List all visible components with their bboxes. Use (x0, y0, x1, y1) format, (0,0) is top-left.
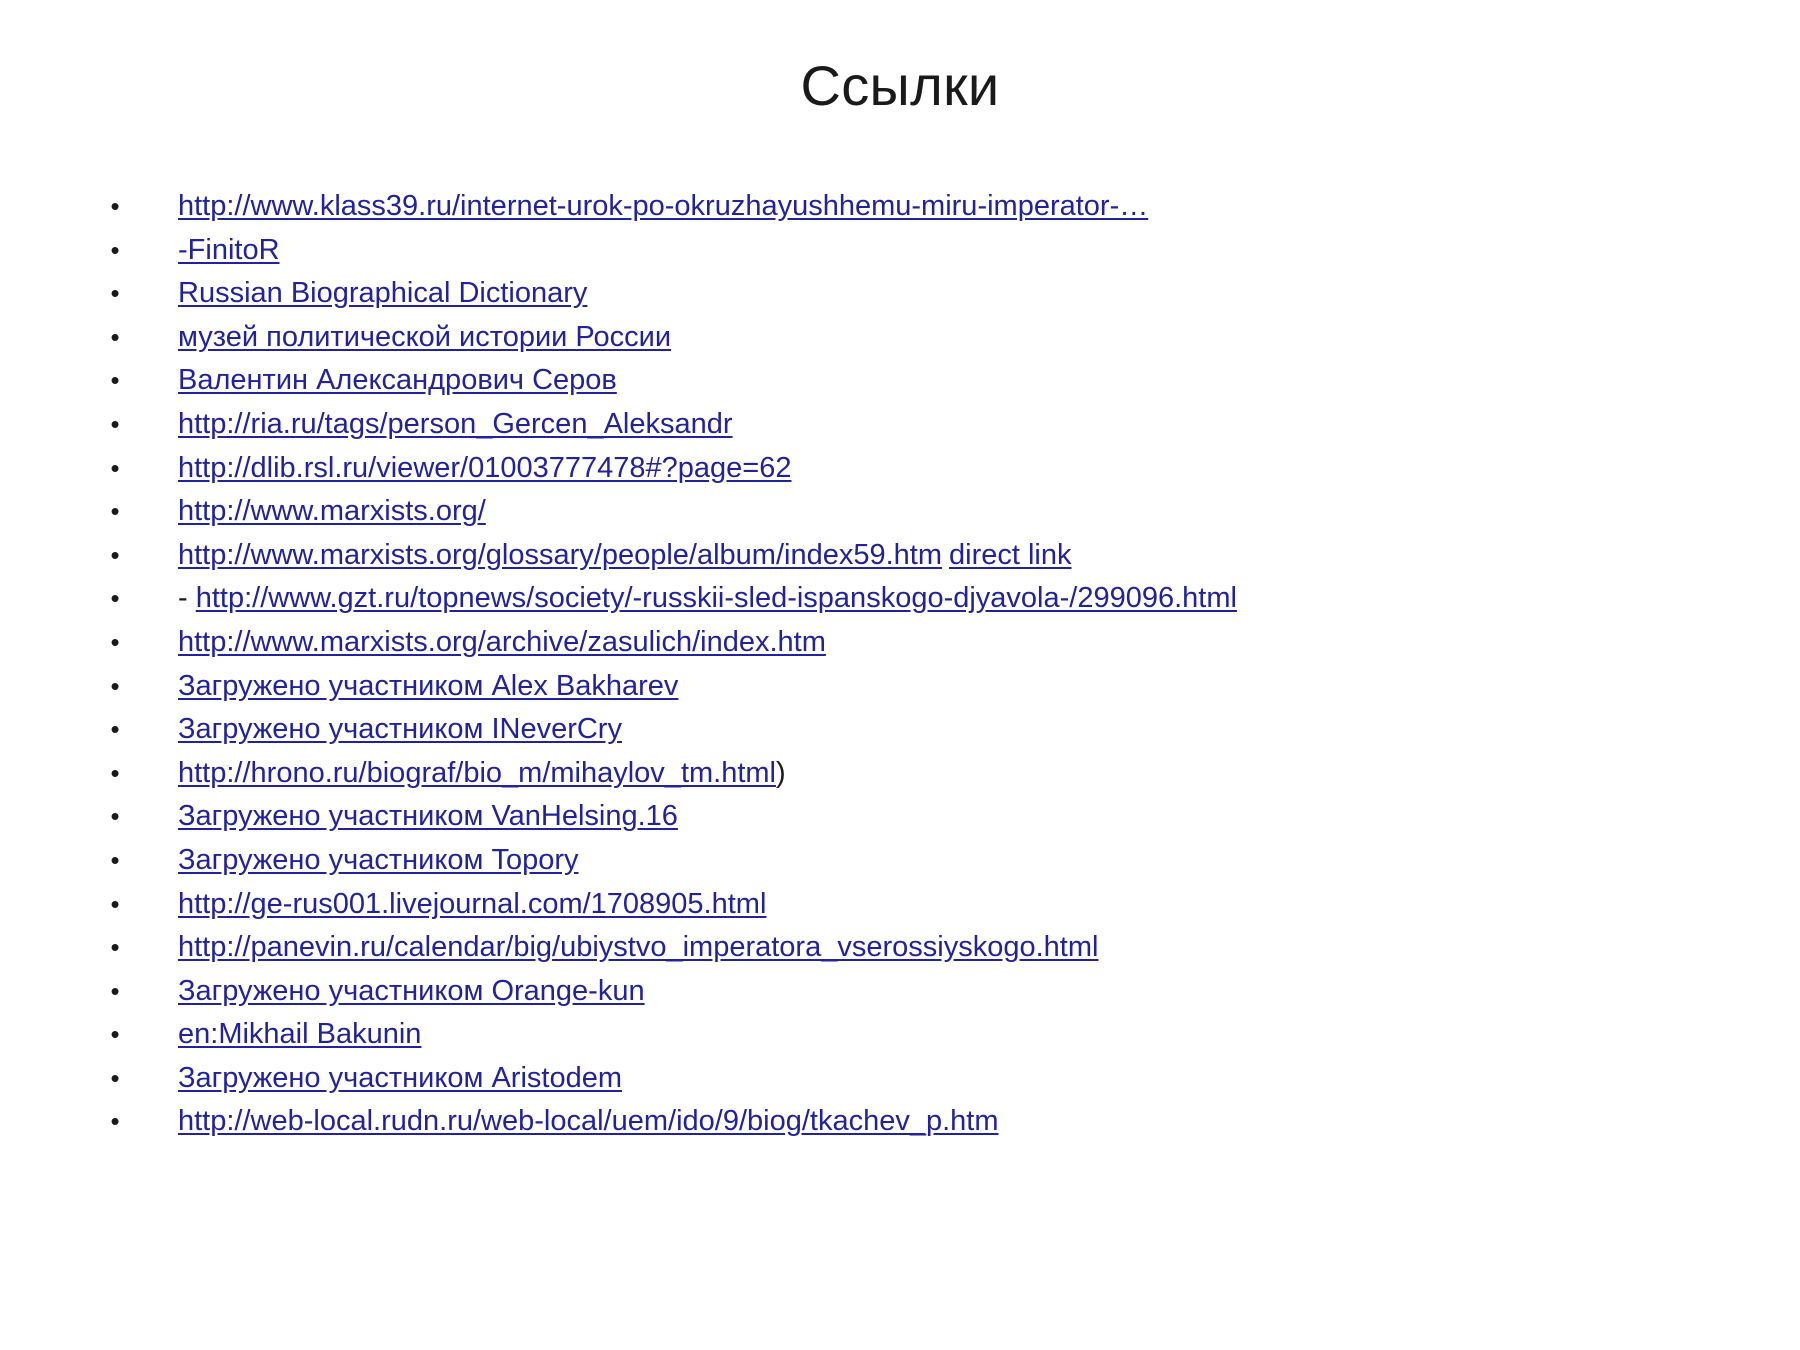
list-item: • http://www.marxists.org/ (100, 490, 1700, 534)
hyperlink[interactable]: http://www.marxists.org/ (178, 495, 486, 527)
list-item: • Russian Biographical Dictionary (100, 272, 1700, 316)
list-item: • http://panevin.ru/calendar/big/ubiystvo… (100, 926, 1700, 970)
list-item: • Загружено участником VanHelsing.16 (100, 795, 1700, 839)
list-item-prefix: - (178, 582, 196, 615)
list-item: • http://ria.ru/tags/person_Gercen_Aleksa… (100, 403, 1700, 447)
hyperlink[interactable]: Загружено участником Aristodem (178, 1062, 622, 1094)
hyperlink[interactable]: Загружено участником INeverCry (178, 713, 622, 745)
bullet-icon: • (110, 234, 120, 265)
hyperlink[interactable]: музей политической истории России (178, 321, 671, 353)
bullet-icon: • (110, 1019, 120, 1050)
bullet-icon: • (110, 757, 120, 788)
bullet-icon: • (110, 975, 120, 1006)
bullet-icon: • (110, 801, 120, 832)
list-item: • http://web-local.rudn.ru/web-local/uem/… (100, 1100, 1700, 1144)
list-item-suffix: ) (776, 756, 786, 789)
hyperlink[interactable]: http://ge-rus001.livejournal.com/1708905… (178, 888, 766, 920)
hyperlink[interactable]: Загружено участником Alex Bakharev (178, 670, 678, 702)
list-item: • Загружено участником Alex Bakharev (100, 665, 1700, 709)
hyperlink[interactable]: Валентин Александрович Серов (178, 364, 617, 396)
hyperlink[interactable]: http://www.marxists.org/archive/zasulich… (178, 626, 826, 658)
slide-root: Ссылки • http://www.klass39.ru/internet-u… (0, 0, 1800, 1350)
bullet-icon: • (110, 714, 120, 745)
bullet-icon: • (110, 844, 120, 875)
hyperlink[interactable]: http://panevin.ru/calendar/big/ubiystvo_… (178, 931, 1098, 963)
list-item: • Загружено участником Orange-kun (100, 970, 1700, 1014)
hyperlink[interactable]: http://dlib.rsl.ru/viewer/01003777478#?p… (178, 452, 791, 484)
hyperlink-secondary[interactable]: direct link (949, 539, 1072, 571)
bullet-icon: • (110, 365, 120, 396)
bullet-icon: • (110, 1062, 120, 1093)
links-list: • http://www.klass39.ru/internet-urok-po-… (100, 185, 1700, 1144)
hyperlink[interactable]: http://hrono.ru/biograf/bio_m/mihaylov_t… (178, 757, 776, 789)
bullet-icon: • (110, 932, 120, 963)
list-item: • http://hrono.ru/biograf/bio_m/mihaylov_… (100, 752, 1700, 796)
hyperlink[interactable]: http://web-local.rudn.ru/web-local/uem/i… (178, 1105, 999, 1137)
list-item: • Загружено участником Topory (100, 839, 1700, 883)
bullet-icon: • (110, 408, 120, 439)
hyperlink[interactable]: Загружено участником Orange-kun (178, 975, 645, 1007)
bullet-icon: • (110, 583, 120, 614)
list-item: • http://www.klass39.ru/internet-urok-po-… (100, 185, 1700, 229)
bullet-icon: • (110, 626, 120, 657)
hyperlink[interactable]: Загружено участником Topory (178, 844, 579, 876)
list-item: • Валентин Александрович Серов (100, 359, 1700, 403)
bullet-icon: • (110, 321, 120, 352)
bullet-icon: • (110, 452, 120, 483)
hyperlink[interactable]: Russian Biographical Dictionary (178, 277, 587, 309)
bullet-icon: • (110, 888, 120, 919)
page-title: Ссылки (800, 54, 1000, 117)
hyperlink[interactable]: Загружено участником VanHelsing.16 (178, 800, 678, 832)
hyperlink[interactable]: http://www.klass39.ru/internet-urok-po-o… (178, 190, 1148, 222)
bullet-icon: • (110, 670, 120, 701)
list-item: • http://ge-rus001.livejournal.com/170890… (100, 883, 1700, 927)
hyperlink[interactable]: en:Mikhail Bakunin (178, 1018, 421, 1050)
bullet-icon: • (110, 539, 120, 570)
hyperlink[interactable]: http://ria.ru/tags/person_Gercen_Aleksan… (178, 408, 733, 440)
bullet-icon: • (110, 496, 120, 527)
list-item: • Загружено участником INeverCry (100, 708, 1700, 752)
list-item: • http://www.marxists.org/glossary/people… (100, 534, 1700, 578)
bullet-icon: • (110, 278, 120, 309)
bullet-icon: • (110, 1106, 120, 1137)
list-item: • en:Mikhail Bakunin (100, 1013, 1700, 1057)
list-item: • музей политической истории России (100, 316, 1700, 360)
hyperlink[interactable]: http://www.gzt.ru/topnews/society/-russk… (196, 582, 1237, 614)
list-item: • -FinitoR (100, 229, 1700, 273)
list-item: • http://www.marxists.org/archive/zasulic… (100, 621, 1700, 665)
list-item: • http://dlib.rsl.ru/viewer/01003777478#?… (100, 447, 1700, 491)
hyperlink[interactable]: http://www.marxists.org/glossary/people/… (178, 539, 942, 571)
hyperlink[interactable]: -FinitoR (178, 234, 280, 266)
list-item: • Загружено участником Aristodem (100, 1057, 1700, 1101)
list-item: • - http://www.gzt.ru/topnews/society/-ru… (100, 577, 1700, 621)
bullet-icon: • (110, 191, 120, 221)
